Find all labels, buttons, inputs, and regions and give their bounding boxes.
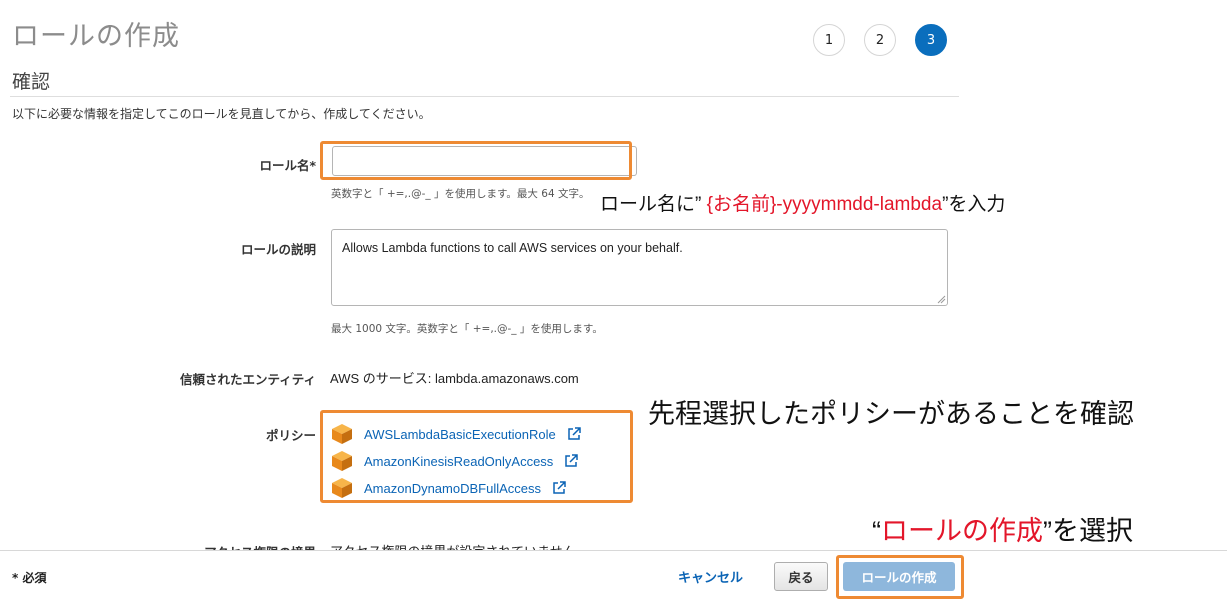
back-button[interactable]: 戻る xyxy=(774,562,828,591)
role-desc-label: ロールの説明 xyxy=(240,242,316,257)
cancel-link[interactable]: キャンセル xyxy=(678,567,743,586)
role-desc-text: Allows Lambda functions to call AWS serv… xyxy=(342,241,683,255)
role-desc-textarea[interactable]: Allows Lambda functions to call AWS serv… xyxy=(331,229,948,306)
role-name-label: ロール名* xyxy=(259,158,316,173)
policy-annotation: 先程選択したポリシーがあることを確認 xyxy=(648,399,1134,429)
step-1[interactable]: 1 xyxy=(813,24,845,56)
create-annotation-suffix: ”を選択 xyxy=(1043,516,1133,546)
annotation-suffix: ”を入力 xyxy=(942,194,1006,215)
step-3-active[interactable]: 3 xyxy=(915,24,947,56)
external-link-icon[interactable] xyxy=(552,481,566,495)
role-name-annotation: ロール名に” {お名前}-yyyymmdd-lambda”を入力 xyxy=(600,189,1005,216)
policy-item: AmazonKinesisReadOnlyAccess xyxy=(331,450,579,472)
aws-cube-icon xyxy=(332,451,352,471)
role-name-highlight xyxy=(320,141,632,180)
role-name-hint: 英数字と「 +=,.@-_ 」を使用します。最大 64 文字。 xyxy=(331,188,590,200)
policy-link-basic-execution[interactable]: AWSLambdaBasicExecutionRole xyxy=(364,427,556,442)
create-annotation-target: ロールの作成 xyxy=(881,516,1043,546)
external-link-icon[interactable] xyxy=(567,427,581,441)
section-divider xyxy=(10,96,959,97)
aws-cube-icon xyxy=(332,424,352,444)
intro-text: 以下に必要な情報を指定してこのロールを見直してから、作成してください。 xyxy=(12,107,431,121)
role-desc-hint: 最大 1000 文字。英数字と「 +=,.@-_ 」を使用します。 xyxy=(331,323,603,335)
trusted-entity-value: AWS のサービス: lambda.amazonaws.com xyxy=(330,371,579,386)
page-title: ロールの作成 xyxy=(12,21,180,52)
annotation-name-format: {お名前}-yyyymmdd-lambda xyxy=(706,194,943,215)
policies-label: ポリシー xyxy=(265,428,316,443)
policy-item: AWSLambdaBasicExecutionRole xyxy=(331,423,581,445)
step-2[interactable]: 2 xyxy=(864,24,896,56)
create-button-highlight xyxy=(836,555,964,599)
create-annotation: “ロールの作成”を選択 xyxy=(872,509,1133,548)
policy-link-kinesis-readonly[interactable]: AmazonKinesisReadOnlyAccess xyxy=(364,454,553,469)
create-annotation-prefix: “ xyxy=(872,516,881,546)
trusted-entity-label: 信頼されたエンティティ xyxy=(179,372,316,387)
external-link-icon[interactable] xyxy=(564,454,579,468)
footer-bar: * 必須 キャンセル 戻る ロールの作成 xyxy=(0,550,1227,608)
required-note: * 必須 xyxy=(12,571,47,585)
resize-handle-icon[interactable] xyxy=(937,295,946,304)
policy-link-dynamodb-full[interactable]: AmazonDynamoDBFullAccess xyxy=(364,481,541,496)
annotation-prefix: ロール名に” xyxy=(600,194,707,215)
aws-cube-icon xyxy=(332,478,352,498)
policy-item: AmazonDynamoDBFullAccess xyxy=(331,477,566,499)
section-title: 確認 xyxy=(12,71,51,93)
